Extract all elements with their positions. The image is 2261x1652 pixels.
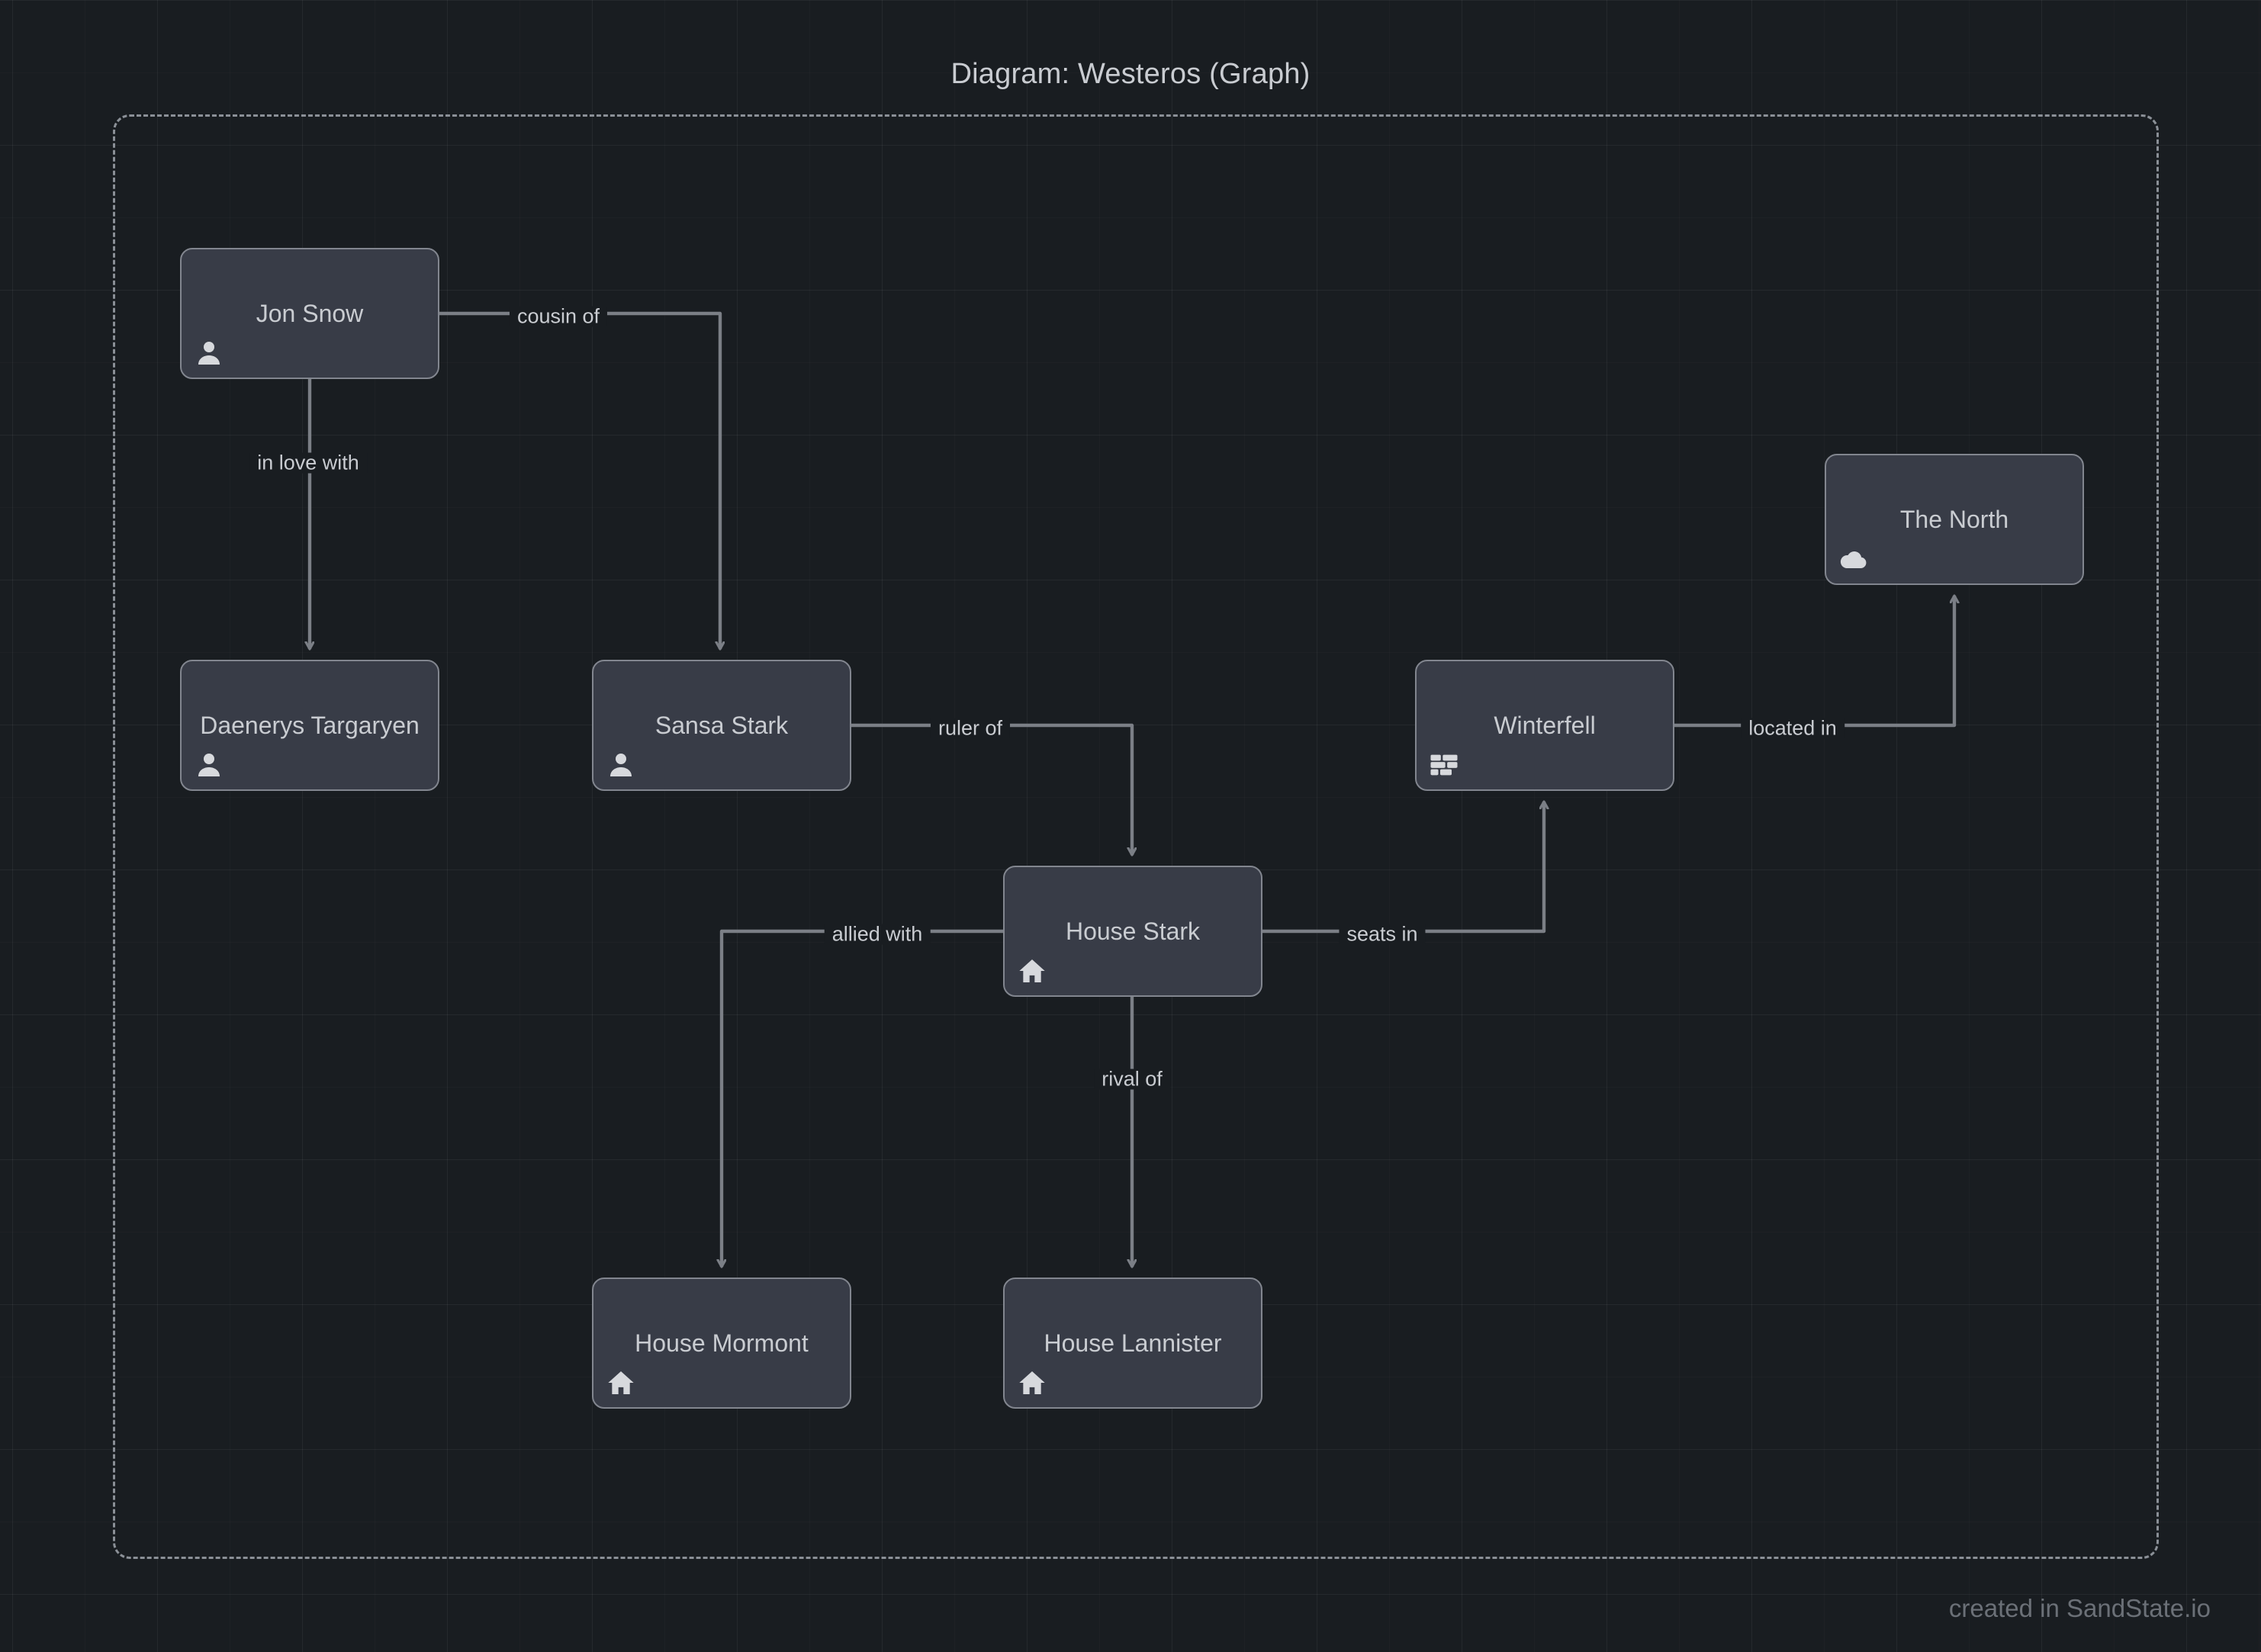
node-house-lannister[interactable]: House Lannister (1003, 1278, 1262, 1409)
person-icon (194, 750, 224, 780)
cloud-icon (1838, 544, 1869, 574)
edge-label-in-love-with: in love with (249, 452, 367, 474)
edge-label-rival-of: rival of (1094, 1069, 1170, 1090)
watermark: created in SandState.io (1948, 1594, 2211, 1622)
diagram-canvas[interactable]: Diagram: Westeros (Graph) Jon Snow Daene… (0, 0, 2261, 1652)
home-icon (606, 1368, 636, 1398)
edge-label-seats-in: seats in (1339, 924, 1426, 945)
node-label: Winterfell (1494, 711, 1596, 739)
node-label: The North (1899, 505, 2009, 533)
edge-label-located-in: located in (1741, 718, 1844, 739)
node-label: Daenerys Targaryen (200, 711, 420, 739)
bricks-icon (1429, 750, 1459, 780)
node-daenerys-targaryen[interactable]: Daenerys Targaryen (180, 660, 439, 791)
node-house-mormont[interactable]: House Mormont (592, 1278, 851, 1409)
node-sansa-stark[interactable]: Sansa Stark (592, 660, 851, 791)
page-title: Diagram: Westeros (Graph) (950, 58, 1311, 90)
node-house-stark[interactable]: House Stark (1003, 866, 1262, 997)
node-label: House Lannister (1044, 1329, 1222, 1357)
node-jon-snow[interactable]: Jon Snow (180, 248, 439, 379)
person-icon (606, 750, 636, 780)
home-icon (1017, 1368, 1047, 1398)
node-label: Sansa Stark (654, 711, 789, 739)
node-label: House Stark (1065, 917, 1201, 945)
edge-label-ruler-of: ruler of (930, 718, 1011, 739)
person-icon (194, 338, 224, 368)
edge-label-allied-with: allied with (824, 924, 931, 945)
node-the-north[interactable]: The North (1825, 454, 2084, 585)
home-icon (1017, 956, 1047, 986)
edge-label-cousin-of: cousin of (509, 306, 608, 327)
node-label: House Mormont (635, 1329, 809, 1357)
node-label: Jon Snow (256, 299, 364, 327)
node-winterfell[interactable]: Winterfell (1415, 660, 1674, 791)
